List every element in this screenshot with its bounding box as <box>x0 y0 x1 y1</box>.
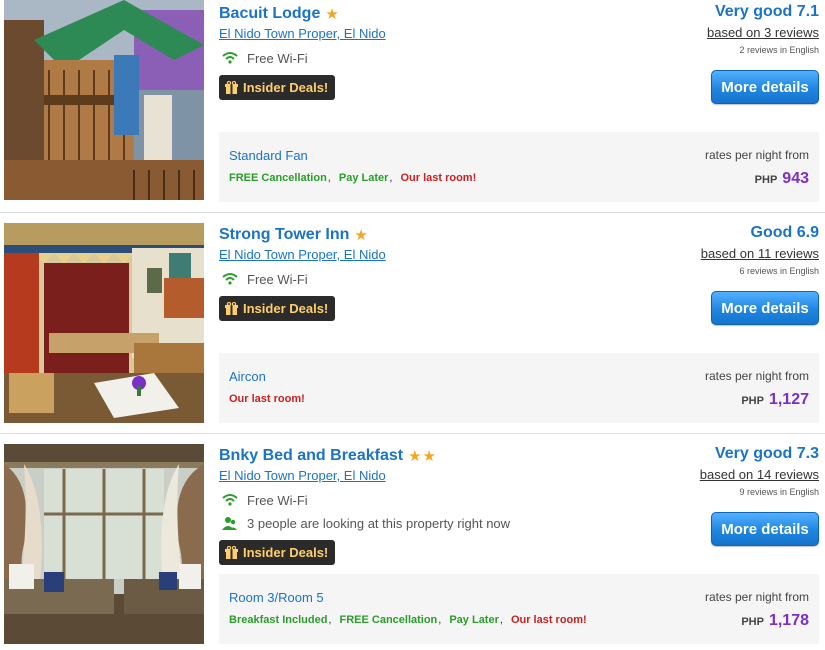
currency: PHP <box>741 616 764 628</box>
star-icon: ★ <box>422 447 436 465</box>
gift-icon <box>225 302 238 315</box>
currency: PHP <box>741 395 764 407</box>
gift-icon <box>225 81 238 94</box>
star-rating: ★ <box>325 7 339 22</box>
room-benefits: Breakfast Included, FREE Cancellation, P… <box>229 614 587 626</box>
hotel-name[interactable]: Bacuit Lodge <box>219 5 320 23</box>
room-benefits: FREE Cancellation, Pay Later, Our last r… <box>229 172 477 184</box>
insider-deals-label: Insider Deals! <box>243 301 329 316</box>
feature-wifi: Free Wi-Fi <box>222 270 308 288</box>
star-icon: ★ <box>325 5 339 23</box>
rates-label: rates per night from <box>704 369 809 383</box>
rates-label: rates per night from <box>704 148 809 162</box>
people-icon <box>222 516 238 530</box>
star-icon: ★ <box>408 447 422 465</box>
feature-wifi: Free Wi-Fi <box>222 49 308 67</box>
price-value: 1,127 <box>768 391 809 408</box>
card-divider <box>0 433 825 434</box>
more-details-button[interactable]: More details <box>711 512 819 546</box>
star-rating: ★ <box>354 228 368 243</box>
wifi-icon <box>222 493 238 507</box>
benefit-tag: Pay Later <box>449 614 499 626</box>
hotel-location-link[interactable]: El Nido Town Proper, El Nido <box>219 26 386 41</box>
hotel-name[interactable]: Bnky Bed and Breakfast <box>219 447 403 465</box>
english-review-count: 9 reviews in English <box>739 487 819 497</box>
hotel-location-link[interactable]: El Nido Town Proper, El Nido <box>219 468 386 483</box>
insider-deals-badge[interactable]: Insider Deals! <box>219 75 336 100</box>
feature-label: Free Wi-Fi <box>247 492 308 508</box>
hotel-name-row: Strong Tower Inn ★ <box>219 224 369 246</box>
hotel-card: Strong Tower Inn ★ El Nido Town Proper, … <box>0 221 825 426</box>
room-offer[interactable]: Standard Fan FREE Cancellation, Pay Late… <box>219 132 819 202</box>
insider-deals-label: Insider Deals! <box>243 545 329 560</box>
room-type[interactable]: Aircon <box>229 369 266 384</box>
insider-deals-label: Insider Deals! <box>243 80 329 95</box>
benefit-tag: Pay Later <box>338 172 389 184</box>
hotel-card: Bnky Bed and Breakfast ★ ★ El Nido Town … <box>0 442 825 647</box>
feature-label: Free Wi-Fi <box>247 271 308 287</box>
review-score: Good 6.9 <box>750 224 819 241</box>
gift-icon <box>225 546 238 559</box>
insider-deals-badge[interactable]: Insider Deals! <box>219 296 336 321</box>
price-value: 943 <box>782 170 809 187</box>
more-details-button[interactable]: More details <box>711 291 819 325</box>
hotel-name-row: Bacuit Lodge ★ <box>219 3 340 25</box>
currency: PHP <box>754 174 778 186</box>
hotel-photo[interactable] <box>4 444 204 644</box>
room-type[interactable]: Standard Fan <box>229 148 308 163</box>
price-value: 1,178 <box>768 612 809 629</box>
benefit-tag: Breakfast Included <box>229 614 328 626</box>
english-review-count: 2 reviews in English <box>739 45 819 55</box>
review-count-link[interactable]: based on 11 reviews <box>701 246 819 261</box>
hotel-name[interactable]: Strong Tower Inn <box>219 226 349 244</box>
room-benefits: Our last room! <box>229 393 305 405</box>
price: PHP 1,127 <box>741 391 809 409</box>
english-review-count: 6 reviews in English <box>739 266 819 276</box>
hotel-photo[interactable] <box>4 223 204 423</box>
review-count-link[interactable]: based on 3 reviews <box>707 25 819 40</box>
card-divider <box>0 212 825 213</box>
insider-deals-badge[interactable]: Insider Deals! <box>219 540 336 565</box>
rates-label: rates per night from <box>704 590 809 604</box>
review-count-link[interactable]: based on 14 reviews <box>700 467 819 482</box>
hotel-card: Bacuit Lodge ★ El Nido Town Proper, El N… <box>0 0 825 205</box>
room-type[interactable]: Room 3/Room 5 <box>229 590 324 605</box>
room-offer[interactable]: Aircon Our last room! rates per night fr… <box>219 353 819 423</box>
hotel-name-row: Bnky Bed and Breakfast ★ ★ <box>219 445 437 467</box>
star-icon: ★ <box>354 226 368 244</box>
feature-label: Free Wi-Fi <box>247 50 308 66</box>
last-room-tag: Our last room! <box>400 172 477 184</box>
last-room-tag: Our last room! <box>229 393 305 405</box>
feature-label: 3 people are looking at this property ri… <box>247 515 511 531</box>
feature-wifi: Free Wi-Fi <box>222 491 308 509</box>
last-room-tag: Our last room! <box>510 614 587 626</box>
hotel-photo[interactable] <box>4 0 204 200</box>
wifi-icon <box>222 51 238 65</box>
wifi-icon <box>222 272 238 286</box>
price: PHP 1,178 <box>741 612 809 630</box>
review-score: Very good 7.1 <box>714 3 819 20</box>
review-score: Very good 7.3 <box>714 445 819 462</box>
room-offer[interactable]: Room 3/Room 5 Breakfast Included, FREE C… <box>219 574 819 644</box>
more-details-button[interactable]: More details <box>711 70 819 104</box>
benefit-tag: FREE Cancellation <box>229 172 327 184</box>
benefit-tag: FREE Cancellation <box>339 614 438 626</box>
feature-people-viewing: 3 people are looking at this property ri… <box>222 514 510 532</box>
price: PHP 943 <box>755 170 809 188</box>
hotel-location-link[interactable]: El Nido Town Proper, El Nido <box>219 247 386 262</box>
star-rating: ★ ★ <box>408 449 437 464</box>
